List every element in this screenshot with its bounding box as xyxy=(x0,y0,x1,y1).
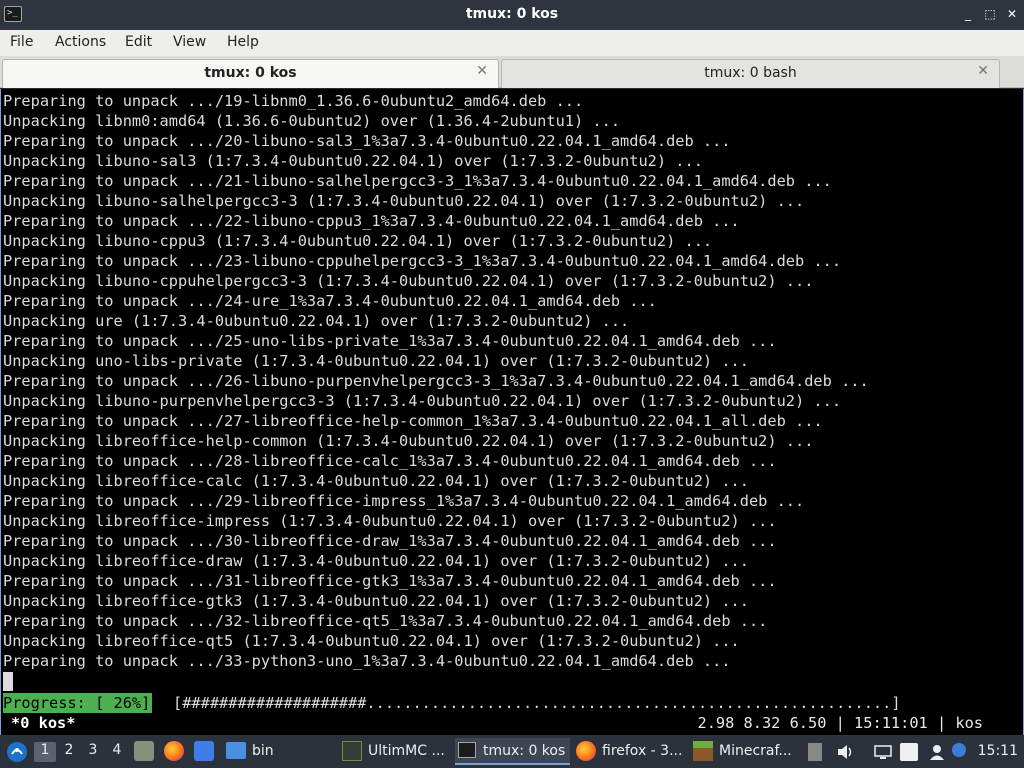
folder-icon xyxy=(226,742,246,759)
desktop-2-button[interactable]: 2 xyxy=(58,742,80,762)
task-label: tmux: 0 kos xyxy=(483,743,566,759)
desktop-4-button[interactable]: 4 xyxy=(106,742,128,762)
minimize-button[interactable]: _ xyxy=(960,6,976,22)
terminal-line: Unpacking ure (1:7.3.4-0ubuntu0.22.04.1)… xyxy=(3,312,630,330)
terminal-line: Unpacking uno-libs-private (1:7.3.4-0ubu… xyxy=(3,352,749,370)
terminal-line: Unpacking libreoffice-draw (1:7.3.4-0ubu… xyxy=(3,552,749,570)
desktop-3-button[interactable]: 3 xyxy=(82,742,104,762)
volume-icon[interactable] xyxy=(836,743,854,761)
terminal-line: Preparing to unpack .../33-python3-uno_1… xyxy=(3,652,731,670)
terminal-line: Unpacking libuno-sal3 (1:7.3.4-0ubuntu0.… xyxy=(3,152,703,170)
menu-file[interactable]: File xyxy=(10,34,33,50)
terminal-line: Unpacking libuno-cppu3 (1:7.3.4-0ubuntu0… xyxy=(3,232,713,250)
terminal-line: Preparing to unpack .../22-libuno-cppu3_… xyxy=(3,212,740,230)
terminal-line: Preparing to unpack .../25-uno-libs-priv… xyxy=(3,332,777,350)
terminal-line: Preparing to unpack .../26-libuno-purpen… xyxy=(3,372,869,390)
ultimmc-icon xyxy=(342,741,362,761)
menu-help[interactable]: Help xyxy=(227,34,259,50)
clipboard-icon[interactable] xyxy=(808,743,822,761)
window-title: tmux: 0 kos xyxy=(465,6,559,22)
menu-view[interactable]: View xyxy=(173,34,206,50)
minecraft-icon xyxy=(693,741,713,761)
terminal-line: Unpacking libuno-cppuhelpergcc3-3 (1:7.3… xyxy=(3,272,814,290)
terminal-line: Unpacking libreoffice-impress (1:7.3.4-0… xyxy=(3,512,777,530)
tmux-status-right: 2.98 8.32 6.50 | 15:11:01 | kos xyxy=(697,714,984,732)
terminal-cursor xyxy=(3,672,13,691)
tmux-status-line: *0 kos* 2.98 8.32 6.50 | 15:11:01 | kos xyxy=(1,713,1023,734)
terminal-line: Preparing to unpack .../20-libuno-sal3_1… xyxy=(3,132,731,150)
tab-close-icon[interactable]: ✕ xyxy=(977,63,989,79)
lubuntu-logo-icon xyxy=(7,742,27,762)
window-titlebar[interactable]: >_ tmux: 0 kos _ ⬚ ✕ xyxy=(0,0,1024,30)
notes-icon[interactable] xyxy=(900,743,918,761)
firefox-icon xyxy=(576,741,596,761)
taskbar: 1 2 3 4 bin UltimMC ... tmux: 0 kos fire… xyxy=(0,735,1024,768)
terminal-line: Unpacking libreoffice-qt5 (1:7.3.4-0ubun… xyxy=(3,632,740,650)
task-label: UltimMC ... xyxy=(368,743,445,759)
terminal-line: Unpacking libnm0:amd64 (1.36.6-0ubuntu2)… xyxy=(3,112,621,130)
taskbar-task-firefox[interactable]: firefox - 3... xyxy=(574,738,686,765)
terminal-line: Preparing to unpack .../21-libuno-salhel… xyxy=(3,172,832,190)
terminal-line: Preparing to unpack .../19-libnm0_1.36.6… xyxy=(3,92,584,110)
menu-actions[interactable]: Actions xyxy=(55,34,106,50)
update-notifier-icon[interactable] xyxy=(952,743,966,757)
terminal-line: Preparing to unpack .../23-libuno-cppuhe… xyxy=(3,252,842,270)
clock[interactable]: 15:11 xyxy=(978,743,1018,759)
terminal-line: Preparing to unpack .../31-libreoffice-g… xyxy=(3,572,777,590)
maximize-button[interactable]: ⬚ xyxy=(982,6,998,22)
network-icon[interactable] xyxy=(874,743,892,761)
terminal-line: Preparing to unpack .../24-ure_1%3a7.3.4… xyxy=(3,292,657,310)
terminal-line: Unpacking libuno-salhelpergcc3-3 (1:7.3.… xyxy=(3,192,805,210)
tab-label: tmux: 0 bash xyxy=(704,65,797,81)
user-icon[interactable] xyxy=(928,743,946,761)
terminal-line: Preparing to unpack .../27-libreoffice-h… xyxy=(3,412,823,430)
menu-bar: File Actions Edit View Help xyxy=(0,30,1024,56)
taskbar-folder-bin[interactable]: bin xyxy=(224,738,304,765)
tab-close-icon[interactable]: ✕ xyxy=(476,63,488,79)
tab-tmux-bash[interactable]: tmux: 0 bash ✕ xyxy=(501,59,1000,88)
progress-label: Progress: [ 26%] xyxy=(3,693,153,713)
terminal-line: Unpacking libuno-purpenvhelpergcc3-3 (1:… xyxy=(3,392,842,410)
terminal-line: Unpacking libreoffice-gtk3 (1:7.3.4-0ubu… xyxy=(3,592,749,610)
terminal-line: Preparing to unpack .../30-libreoffice-d… xyxy=(3,532,777,550)
task-label: Minecraf... xyxy=(719,743,792,759)
terminal-line: Preparing to unpack .../28-libreoffice-c… xyxy=(3,452,777,470)
start-menu-button[interactable] xyxy=(4,735,30,768)
close-button[interactable]: ✕ xyxy=(1004,6,1020,22)
desktop-1-button[interactable]: 1 xyxy=(34,742,56,762)
tmux-window-name[interactable]: *0 kos* xyxy=(11,713,75,733)
taskbar-task-minecraft[interactable]: Minecraf... xyxy=(691,738,801,765)
progress-bar-text: [####################...................… xyxy=(173,694,901,712)
task-label: firefox - 3... xyxy=(602,743,683,759)
tab-tmux-kos[interactable]: tmux: 0 kos ✕ xyxy=(2,59,499,88)
terminal-line: Preparing to unpack .../29-libreoffice-i… xyxy=(3,492,805,510)
firefox-launcher-icon[interactable] xyxy=(164,741,184,761)
taskbar-task-tmux[interactable]: tmux: 0 kos xyxy=(455,738,570,765)
show-desktop-icon[interactable] xyxy=(194,741,214,761)
terminal-line: Preparing to unpack .../32-libreoffice-q… xyxy=(3,612,768,630)
terminal-area[interactable]: Progress: [ 26%] [####################..… xyxy=(0,89,1024,735)
files-launcher-icon[interactable] xyxy=(134,741,154,761)
tab-bar: tmux: 0 kos ✕ tmux: 0 bash ✕ xyxy=(0,56,1024,88)
terminal-line: Unpacking libreoffice-help-common (1:7.3… xyxy=(3,432,814,450)
terminal-icon xyxy=(458,742,476,758)
taskbar-task-ultimmc[interactable]: UltimMC ... xyxy=(340,738,450,765)
tab-label: tmux: 0 kos xyxy=(204,65,297,81)
terminal-line: Unpacking libreoffice-calc (1:7.3.4-0ubu… xyxy=(3,472,749,490)
menu-edit[interactable]: Edit xyxy=(125,34,152,50)
folder-label: bin xyxy=(252,743,274,759)
